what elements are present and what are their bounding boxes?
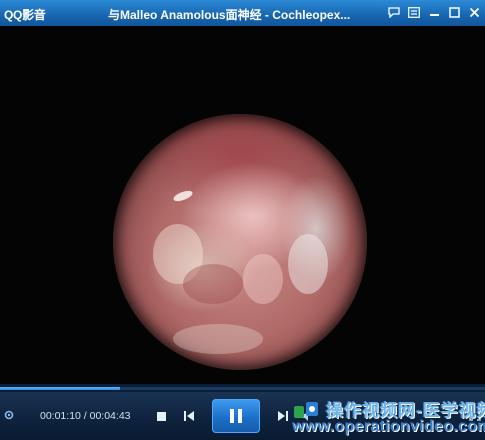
control-bar: 00:01:10 / 00:04:43 bbox=[0, 392, 485, 440]
pause-icon bbox=[230, 409, 234, 423]
next-button[interactable] bbox=[276, 409, 290, 423]
title-bar: QQ影音 与Malleo Anamolous面神经 - Cochleopex..… bbox=[0, 0, 485, 26]
maximize-icon[interactable] bbox=[447, 5, 461, 19]
previous-button[interactable] bbox=[182, 409, 196, 423]
close-icon[interactable] bbox=[467, 5, 481, 19]
time-display: 00:01:10 / 00:04:43 bbox=[40, 410, 131, 422]
window-title: 与Malleo Anamolous面神经 - Cochleopex... bbox=[108, 8, 351, 22]
video-viewport[interactable] bbox=[0, 26, 485, 384]
menu-icon[interactable] bbox=[407, 5, 421, 19]
seek-progress bbox=[0, 387, 120, 390]
chat-bubble-icon[interactable] bbox=[387, 5, 401, 19]
fullscreen-icon[interactable] bbox=[468, 408, 482, 422]
app-name: QQ影音 bbox=[4, 8, 46, 22]
stop-button[interactable] bbox=[154, 409, 168, 423]
endoscope-image bbox=[113, 114, 367, 370]
settings-icon[interactable] bbox=[2, 408, 16, 422]
pause-button[interactable] bbox=[212, 399, 260, 433]
seek-bar[interactable] bbox=[0, 384, 485, 392]
volume-icon[interactable] bbox=[300, 409, 314, 423]
minimize-icon[interactable] bbox=[427, 5, 441, 19]
